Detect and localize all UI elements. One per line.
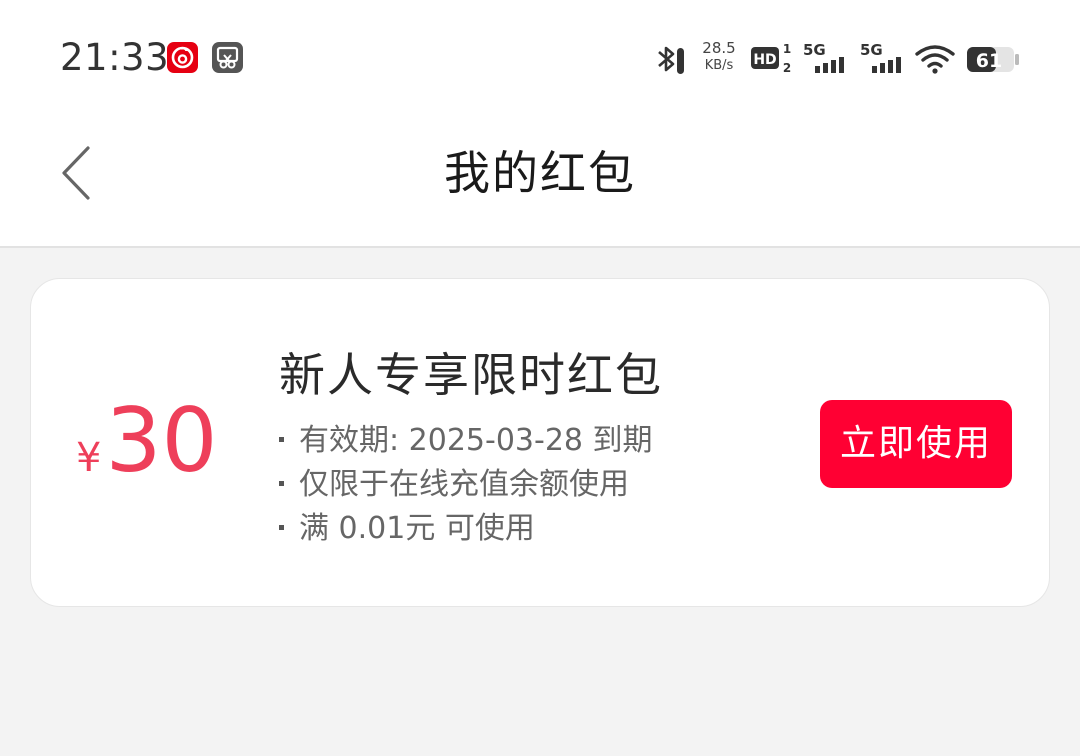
currency-symbol: ¥ xyxy=(76,435,102,481)
wifi-icon xyxy=(915,45,955,74)
signal-5g-icon: 5G xyxy=(803,41,844,73)
status-time: 21:33 xyxy=(60,36,170,79)
battery-icon: 61 xyxy=(967,47,1019,72)
page-header: 我的红包 xyxy=(0,110,1080,248)
coupon-amount-value: 30 xyxy=(105,389,218,492)
network-speed-unit: KB/s xyxy=(704,58,734,73)
network-speed-value: 28.5 xyxy=(702,39,736,57)
coupon-validity: 有效期: 2025-03-28 到期 xyxy=(279,419,653,463)
status-bar: 21:33 28.5 KB/s HD 1 2 5G 5G 61 xyxy=(0,0,1080,110)
sim-superscript: 1 xyxy=(783,42,791,56)
screenshot-cut-icon xyxy=(212,42,243,73)
page-title: 我的红包 xyxy=(444,146,636,200)
use-now-button[interactable]: 立即使用 xyxy=(820,400,1012,488)
network-speed: 28.5 KB/s xyxy=(698,40,740,80)
bluetooth-icon xyxy=(658,46,684,74)
sim-subscript: 2 xyxy=(783,61,791,75)
coupon-amount: ¥30 xyxy=(76,391,217,491)
coupon-usage-scope: 仅限于在线充值余额使用 xyxy=(279,463,653,507)
coupon-conditions: 有效期: 2025-03-28 到期 仅限于在线充值余额使用 满 0.01元 可… xyxy=(279,419,653,551)
red-packet-card: ¥30 新人专享限时红包 有效期: 2025-03-28 到期 仅限于在线充值余… xyxy=(30,278,1050,607)
sim2-network-label: 5G xyxy=(860,41,883,59)
sim1-network-label: 5G xyxy=(803,41,826,59)
signal-5g-icon: 5G xyxy=(860,41,901,73)
coupon-title: 新人专享限时红包 xyxy=(279,348,663,402)
hd-voice-icon: HD 1 2 xyxy=(751,42,791,75)
hd-label: HD xyxy=(753,52,776,68)
netease-music-icon xyxy=(167,42,198,73)
coupon-minimum-spend: 满 0.01元 可使用 xyxy=(279,507,653,551)
battery-level: 61 xyxy=(976,50,1002,72)
